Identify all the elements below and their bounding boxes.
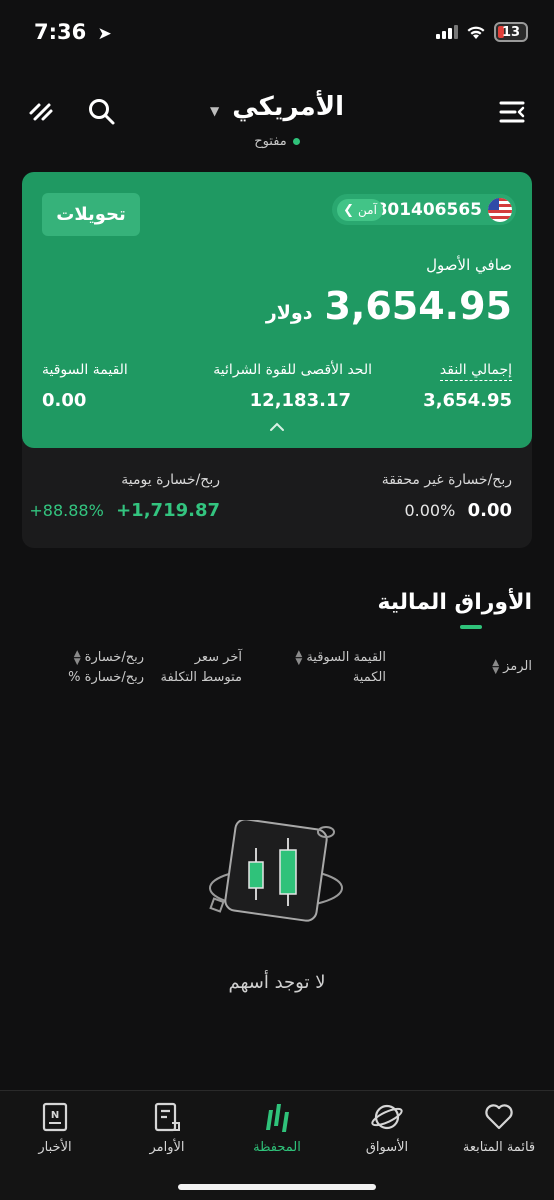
tab-indicator <box>460 625 482 629</box>
page-title: الأمريكي <box>232 92 345 122</box>
empty-portfolio-illustration <box>206 818 346 944</box>
daily-pl-label: ربح/خسارة يومية <box>121 472 220 488</box>
col-market-value[interactable]: القيمة السوقية ▲ ▼ الكمية <box>291 648 386 688</box>
sort-icon: ▲ ▼ <box>73 648 81 667</box>
nav-news[interactable]: N الأخبار <box>0 1100 110 1155</box>
unrealized-pl-pct: 0.00% <box>404 501 456 520</box>
total-cash-value: 3,654.95 <box>423 390 512 411</box>
net-assets: 3,654.95 دولار <box>266 284 512 328</box>
nav-orders[interactable]: الأوامر <box>112 1100 222 1155</box>
account-number: 801406565 <box>375 199 482 220</box>
total-cash-label[interactable]: إجمالي النقد <box>439 362 512 381</box>
svg-text:N: N <box>51 1110 59 1121</box>
chevron-up-icon[interactable] <box>268 418 286 437</box>
daily-pl: +88.88% +1,719.87 <box>29 500 220 521</box>
col-avg-cost: متوسط التكلفة <box>160 670 243 685</box>
market-selector[interactable]: ▼ الأمريكي <box>0 92 554 122</box>
sort-icon: ▲ ▼ <box>295 648 303 667</box>
col-pl[interactable]: ربح/خسارة ▲ ▼ ربح/خسارة % <box>68 648 144 688</box>
daily-pl-value: +1,719.87 <box>116 500 220 521</box>
menu-icon[interactable] <box>494 94 530 130</box>
nav-portfolio[interactable]: المحفظة <box>222 1100 332 1155</box>
daily-pl-pct: +88.88% <box>29 501 104 520</box>
securities-title: الأوراق المالية <box>377 590 532 615</box>
portfolio-icon <box>222 1100 332 1134</box>
heart-icon <box>444 1100 554 1134</box>
safe-label: آمن <box>358 203 377 217</box>
transfers-button[interactable]: تحويلات <box>42 193 140 236</box>
market-status: مفتوح <box>0 134 554 149</box>
location-arrow-icon: ➤ <box>97 24 112 44</box>
news-icon: N <box>0 1100 110 1134</box>
pl-panel <box>22 440 532 548</box>
col-pl-pct: ربح/خسارة % <box>68 670 144 685</box>
market-value-value: 0.00 <box>42 390 87 411</box>
col-last-price: آخر سعر متوسط التكلفة <box>161 648 243 688</box>
home-indicator[interactable] <box>178 1184 376 1190</box>
net-assets-value: 3,654.95 <box>324 284 512 328</box>
safe-badge[interactable]: آمن ❯ <box>337 199 383 221</box>
planet-icon <box>332 1100 442 1134</box>
unrealized-pl-value: 0.00 <box>467 500 512 521</box>
wifi-icon <box>467 26 485 39</box>
net-assets-label: صافي الأصول <box>426 256 512 274</box>
battery-icon: 13 <box>494 22 528 42</box>
unrealized-pl: 0.00% 0.00 <box>404 500 512 521</box>
max-buying-power-label: الحد الأقصى للقوة الشرائية <box>213 362 372 378</box>
status-indicators: 13 <box>436 22 528 42</box>
empty-state-text: لا توجد أسهم <box>228 972 326 993</box>
nav-markets[interactable]: الأسواق <box>332 1100 442 1155</box>
orders-icon <box>112 1100 222 1134</box>
col-quantity: الكمية <box>352 670 386 685</box>
sort-icon: ▲ ▼ <box>492 657 500 676</box>
us-flag-icon <box>488 197 512 222</box>
max-buying-power-value: 12,183.17 <box>249 390 351 411</box>
signal-icon <box>436 25 458 39</box>
market-value-label: القيمة السوقية <box>42 362 128 378</box>
status-time: 7:36 ➤ <box>34 20 112 44</box>
unrealized-pl-label: ربح/خسارة غير محققة <box>381 472 512 488</box>
chevron-right-icon: ❯ <box>343 202 354 218</box>
nav-watchlist[interactable]: قائمة المتابعة <box>444 1100 554 1155</box>
currency-label: دولار <box>265 302 313 324</box>
col-symbol[interactable]: الرمز ▲ ▼ <box>488 657 532 677</box>
status-dot <box>292 138 300 145</box>
caret-down-icon: ▼ <box>209 103 220 118</box>
